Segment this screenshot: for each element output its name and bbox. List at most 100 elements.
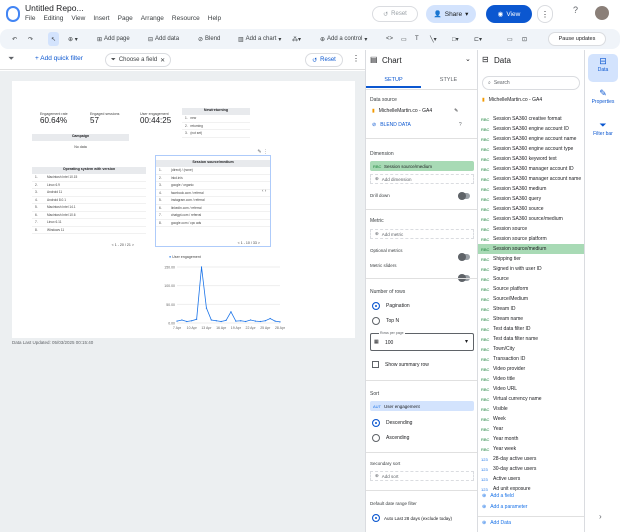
field-item[interactable]: RBC Video title — [478, 374, 584, 384]
filter-more-icon[interactable]: ⋮ — [352, 54, 360, 63]
field-item[interactable]: RBC Session SA360 medium — [478, 184, 584, 194]
view-mode-tool[interactable]: ▭ — [507, 32, 513, 46]
community-viz-button[interactable]: ⁂▾ — [292, 32, 301, 46]
field-item[interactable]: RBC Test data filter name — [478, 334, 584, 344]
chevron-right-icon[interactable]: › — [599, 512, 602, 521]
rail-properties-button[interactable]: ✎ Properties — [586, 86, 620, 114]
add-chart-button[interactable]: ▥ Add a chart ▾ — [238, 32, 281, 46]
table-edit-icon[interactable]: ✎ ⋮ — [257, 149, 268, 155]
descending-radio[interactable]: Descending — [372, 419, 412, 427]
dimension-chip[interactable]: RBC Session source/medium — [370, 161, 474, 171]
field-item[interactable]: RBC Stream ID — [478, 304, 584, 314]
field-item[interactable]: RBC Session SA360 engine account type — [478, 144, 584, 154]
field-item[interactable]: RBC Session SA360 manager account ID — [478, 164, 584, 174]
redo-button[interactable]: ↷ — [28, 32, 33, 46]
field-item[interactable]: RBC Session SA360 engine account name — [478, 134, 584, 144]
help-icon[interactable]: ? — [573, 5, 578, 15]
pagination-radio[interactable]: Pagination — [372, 302, 410, 310]
report-page[interactable]: Engagement rate 60.64% Engaged sessions … — [12, 81, 355, 338]
add-quick-filter-link[interactable]: + Add quick filter — [35, 55, 83, 62]
date-range-auto-radio[interactable]: Auto Last 28 days (exclude today) — [372, 514, 452, 522]
field-item[interactable]: RBC Test data filter ID — [478, 324, 584, 334]
field-item[interactable]: RBC Video URL — [478, 384, 584, 394]
edit-icon[interactable]: ✎ — [454, 108, 458, 114]
field-item[interactable]: RBC Virtual currency name — [478, 394, 584, 404]
data-source-item[interactable]: ▮ MichelleMartin.co - GA4 — [482, 97, 542, 103]
optional-metrics-toggle[interactable] — [458, 253, 470, 261]
field-item[interactable]: RBC Week — [478, 414, 584, 424]
campaign-table[interactable]: Campaign No data — [32, 134, 129, 162]
data-source-select[interactable]: ▮ MichelleMartin.co - GA4 ✎ — [372, 108, 458, 114]
sort-field-chip[interactable]: AUT User engagement — [370, 401, 474, 411]
add-metric-button[interactable]: ⊕ Add metric — [370, 229, 474, 239]
field-item[interactable]: RBC Transaction ID — [478, 354, 584, 364]
more-options-button[interactable]: ⋮ — [537, 5, 553, 23]
avatar[interactable] — [595, 6, 609, 20]
field-item[interactable]: RBC Session SA360 query — [478, 194, 584, 204]
add-field-button[interactable]: ⊕ Add a field — [482, 493, 514, 499]
field-item[interactable]: RBC Year week — [478, 444, 584, 454]
field-item[interactable]: RBC Session SA360 keyword text — [478, 154, 584, 164]
image-tool[interactable]: ▭ — [401, 32, 407, 46]
chevron-down-icon[interactable]: ⌄ — [465, 55, 471, 63]
line-tool[interactable]: ╲▾ — [430, 32, 437, 46]
menu-item[interactable]: Editing — [43, 15, 63, 22]
search-input[interactable]: ⌕ Search — [482, 76, 580, 90]
add-data-button[interactable]: ⊕ Add Data — [482, 520, 511, 526]
field-item[interactable]: RBC Session SA360 engine account ID — [478, 124, 584, 134]
field-item[interactable]: 123 30-day active users — [478, 464, 584, 474]
drill-down-toggle[interactable] — [458, 192, 470, 200]
field-item[interactable]: 123 Active users — [478, 474, 584, 484]
view-button[interactable]: ◉ View — [486, 5, 532, 23]
field-item[interactable]: RBC Year — [478, 424, 584, 434]
select-tool[interactable]: ↖ — [48, 32, 60, 46]
filter-reset-button[interactable]: ↺ Reset — [305, 53, 343, 67]
os-table[interactable]: Operating system with version 1. Macintos… — [32, 167, 146, 247]
top-n-radio[interactable]: Top N — [372, 317, 399, 325]
pause-updates-button[interactable]: Pause updates — [548, 32, 606, 46]
ascending-radio[interactable]: Ascending — [372, 434, 409, 442]
add-parameter-button[interactable]: ⊕ Add a parameter — [482, 504, 527, 510]
blend-data-button[interactable]: ⊘ BLEND DATA? — [372, 122, 462, 128]
menu-item[interactable]: Page — [118, 15, 133, 22]
report-title[interactable]: Untitled Repo... — [25, 3, 84, 13]
field-item[interactable]: RBC Source/Medium — [478, 294, 584, 304]
add-data-button[interactable]: ⊟ Add data — [148, 32, 179, 46]
menu-item[interactable]: View — [71, 15, 85, 22]
field-item[interactable]: RBC Visible — [478, 404, 584, 414]
rail-filter-bar-button[interactable]: ⏷ Filter bar — [586, 118, 620, 146]
field-item[interactable]: RBC Source — [478, 274, 584, 284]
close-icon[interactable]: ✕ — [160, 57, 165, 64]
menu-item[interactable]: Arrange — [141, 15, 164, 22]
looker-studio-logo[interactable] — [6, 6, 20, 22]
shape-tool[interactable]: □▾ — [452, 32, 459, 46]
field-item[interactable]: RBC Video provider — [478, 364, 584, 374]
field-item[interactable]: 123 28-day active users — [478, 454, 584, 464]
rail-data-button[interactable]: ⊟ Data — [588, 54, 618, 82]
align-tool[interactable]: ⊏▾ — [474, 32, 482, 46]
rows-per-page-select[interactable]: Rows per page ▦ 100 ▾ — [370, 331, 474, 351]
add-dimension-button[interactable]: ⊕ Add dimension — [370, 174, 474, 184]
show-summary-checkbox[interactable]: Show summary row — [372, 361, 429, 368]
tab-style[interactable]: STYLE — [421, 74, 476, 88]
field-item[interactable]: RBC Session source platform — [478, 234, 584, 244]
grid-tool[interactable]: ⊡ — [522, 32, 527, 46]
field-item[interactable]: RBC Session SA360 source — [478, 204, 584, 214]
kpi-engagement-rate[interactable]: Engagement rate 60.64% — [40, 112, 68, 125]
kpi-user-engagement[interactable]: User engagement 00:44:25 — [140, 112, 171, 125]
zoom-tool[interactable]: ⊕ ▾ — [68, 32, 78, 46]
add-sort-button[interactable]: ⊕ Add sort — [370, 471, 474, 481]
undo-button[interactable]: ↶ — [12, 32, 17, 46]
menu-item[interactable]: File — [25, 15, 35, 22]
code-tool[interactable]: <> — [386, 32, 393, 46]
menu-item[interactable]: Help — [208, 15, 221, 22]
kpi-engaged-sessions[interactable]: Engaged sessions 57 — [90, 112, 119, 125]
ssm-pager[interactable]: < 1 - 10 / 33 > — [238, 241, 260, 245]
share-button[interactable]: 👤 Share ▾ — [426, 5, 476, 23]
field-item[interactable]: RBC Session SA360 creative format — [478, 114, 584, 124]
user-engagement-line-chart[interactable]: ● User engagement 150.00 100.00 50.00 0.00 7… — [155, 255, 285, 335]
field-item[interactable]: RBC Stream name — [478, 314, 584, 324]
blend-button[interactable]: ⊘ Blend — [198, 32, 220, 46]
field-item[interactable]: RBC Session source/medium — [478, 244, 584, 254]
field-item[interactable]: RBC Year month — [478, 434, 584, 444]
